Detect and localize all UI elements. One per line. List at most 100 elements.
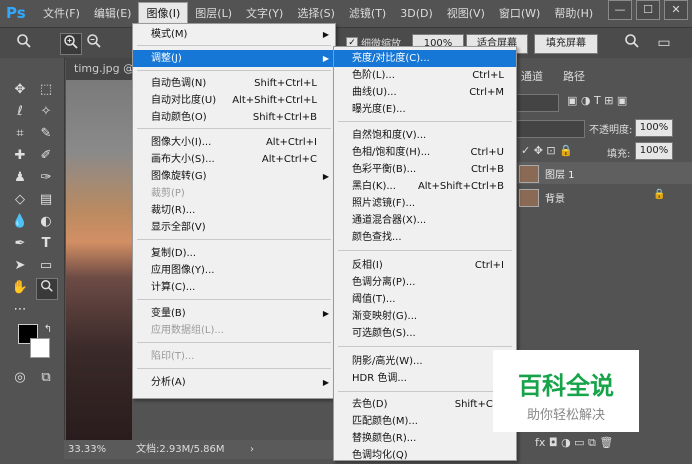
close-button[interactable]: ✕ [664,0,688,20]
menu-item-channel-mixer[interactable]: 通道混合器(X)... [334,212,516,229]
layer-row[interactable]: 背景 🔒 [515,186,692,208]
menu-item-photo-filter[interactable]: 照片滤镜(F)... [334,195,516,212]
watermark-title: 百科全说 [518,372,614,400]
menu-item-adjustments[interactable]: 调整(J) ▶ [133,50,335,67]
history-brush-icon[interactable]: ✑ [36,168,56,188]
zoom-level[interactable]: 33.33% [68,440,106,459]
layer-filter-select[interactable] [515,94,559,112]
menu-item-vibrance[interactable]: 自然饱和度(V)... [334,127,516,144]
menu-item-exposure[interactable]: 曝光度(E)... [334,101,516,118]
tab-paths[interactable]: 路径 [563,68,585,84]
menu-item-auto-tone[interactable]: 自动色调(N) Shift+Ctrl+L [133,75,335,92]
fill-screen-button[interactable]: 填充屏幕 [534,34,598,54]
menu-item-reveal-all[interactable]: 显示全部(V) [133,219,335,236]
stamp-tool-icon[interactable]: ♟ [10,168,30,188]
menu-item-color-lookup[interactable]: 颜色查找... [334,229,516,246]
quick-mask-icon[interactable]: ◎ [10,368,30,388]
menu-view[interactable]: 视图(V) [440,3,492,25]
menu-file[interactable]: 文件(F) [36,3,87,25]
screen-mode-icon[interactable]: ⧉ [36,368,56,388]
more-tools-icon[interactable]: ⋯ [10,300,30,320]
menu-item-canvas-size[interactable]: 画布大小(S)... Alt+Ctrl+C [133,151,335,168]
menu-edit[interactable]: 编辑(E) [87,3,139,25]
layer-filter-icons[interactable]: ▣ ◑ T ⊞ ▣ [567,94,627,107]
menu-item-equalize[interactable]: 色调均化(Q) [334,447,516,464]
menu-item-calculations[interactable]: 计算(C)... [133,279,335,296]
menu-filter[interactable]: 滤镜(T) [342,3,393,25]
menu-item-apply-data-set: 应用数据组(L)... [151,325,224,336]
menu-item-selective-color[interactable]: 可选颜色(S)... [334,325,516,342]
tab-channels[interactable]: 通道 [521,68,543,84]
blend-mode-select[interactable] [515,120,585,138]
menu-item-duplicate[interactable]: 复制(D)... [133,245,335,262]
menu-item-auto-contrast[interactable]: 自动对比度(U) Alt+Shift+Ctrl+L [133,92,335,109]
menu-help[interactable]: 帮助(H) [547,3,600,25]
menu-item-brightness-contrast[interactable]: 亮度/对比度(C)... [334,50,516,67]
marquee-tool-icon[interactable]: ⬚ [36,80,56,100]
menu-item-desaturate[interactable]: 去色(D) Shift+Ctrl+ [334,396,516,413]
menu-image[interactable]: 图像(I) [138,1,189,26]
healing-brush-icon[interactable]: ✚ [10,146,30,166]
menu-item-analysis[interactable]: 分析(A) ▶ [133,374,335,391]
canvas-image[interactable] [66,80,132,440]
menu-item-color-balance[interactable]: 色彩平衡(B)... Ctrl+B [334,161,516,178]
menu-window[interactable]: 窗口(W) [492,3,547,25]
lock-icons[interactable]: ✓ ✥ ⊡ 🔒 [521,144,573,157]
opacity-input[interactable]: 100% [635,119,673,137]
menu-item-hdr-toning[interactable]: HDR 色调... [334,370,516,387]
menu-item-hue-saturation[interactable]: 色相/饱和度(H)... Ctrl+U [334,144,516,161]
magic-wand-icon[interactable]: ✧ [36,102,56,122]
crop-tool-icon[interactable]: ⌗ [10,124,30,144]
background-color-swatch[interactable] [30,338,50,358]
menu-layer[interactable]: 图层(L) [188,3,239,25]
zoom-in-icon[interactable] [60,33,82,55]
menu-item-variables[interactable]: 变量(B) ▶ [133,305,335,322]
menu-3d[interactable]: 3D(D) [393,3,440,25]
pen-tool-icon[interactable]: ✒ [10,234,30,254]
layer-actions-icons[interactable]: fx ◘ ◑ ▭ ⧉ 🗑 [535,436,613,450]
eyedropper-icon[interactable]: ✎ [36,124,56,144]
zoom-tool-icon[interactable] [14,33,34,53]
zoom-out-icon[interactable] [84,33,104,53]
type-tool-icon[interactable]: T [36,234,56,254]
swap-colors-icon[interactable]: ↰ [38,320,58,340]
menu-item-trim[interactable]: 裁切(R)... [133,202,335,219]
menu-item-threshold[interactable]: 阈值(T)... [334,291,516,308]
workspace-icon[interactable]: ▭ [654,33,674,53]
menu-item-posterize[interactable]: 色调分离(P)... [334,274,516,291]
path-select-icon[interactable]: ➤ [10,256,30,276]
menu-item-invert[interactable]: 反相(I) Ctrl+I [334,257,516,274]
menu-item-auto-color[interactable]: 自动颜色(O) Shift+Ctrl+B [133,109,335,126]
menu-item-match-color[interactable]: 匹配颜色(M)... [334,413,516,430]
move-tool-icon[interactable]: ✥ [10,80,30,100]
menu-select[interactable]: 选择(S) [290,3,342,25]
brush-tool-icon[interactable]: ✐ [36,146,56,166]
hand-tool-icon[interactable]: ✋ [10,278,30,298]
search-icon[interactable] [622,33,642,53]
menu-item-image-rotation[interactable]: 图像旋转(G) ▶ [133,168,335,185]
menu-item-levels[interactable]: 色阶(L)... Ctrl+L [334,67,516,84]
menu-item-mode[interactable]: 模式(M) ▶ [133,26,335,43]
menu-item-curves[interactable]: 曲线(U)... Ctrl+M [334,84,516,101]
menu-item-replace-color[interactable]: 替换颜色(R)... [334,430,516,447]
menu-item-shadows-highlights[interactable]: 阴影/高光(W)... [334,353,516,370]
dodge-tool-icon[interactable]: ◐ [36,212,56,232]
rectangle-tool-icon[interactable]: ▭ [36,256,56,276]
document-tab[interactable]: timg.jpg @ 3 [66,58,140,97]
fill-input[interactable]: 100% [635,142,673,160]
blur-tool-icon[interactable]: 💧 [10,212,30,232]
menu-separator [338,346,512,347]
menu-type[interactable]: 文字(Y) [239,3,290,25]
gradient-tool-icon[interactable]: ▤ [36,190,56,210]
status-arrow-icon[interactable]: › [250,440,254,459]
minimize-button[interactable]: — [608,0,632,20]
menu-item-black-white[interactable]: 黑白(K)... Alt+Shift+Ctrl+B [334,178,516,195]
maximize-button[interactable]: ☐ [636,0,660,20]
menu-item-gradient-map[interactable]: 渐变映射(G)... [334,308,516,325]
zoom-tool-active-icon[interactable] [36,278,58,300]
menu-item-image-size[interactable]: 图像大小(I)... Alt+Ctrl+I [133,134,335,151]
layer-row[interactable]: 图层 1 [515,162,692,184]
lasso-tool-icon[interactable]: ℓ [10,102,30,122]
eraser-tool-icon[interactable]: ◇ [10,190,30,210]
menu-item-apply-image[interactable]: 应用图像(Y)... [133,262,335,279]
